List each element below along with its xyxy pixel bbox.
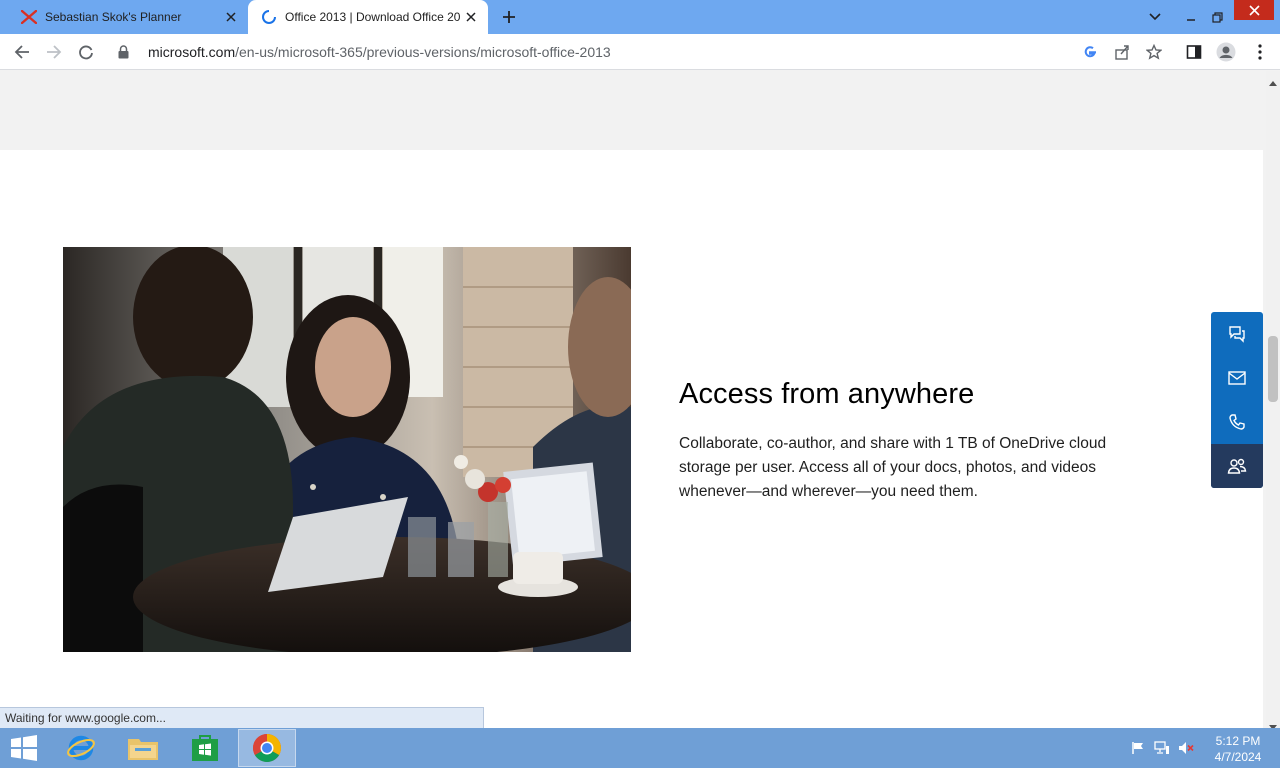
scroll-down-arrow-icon[interactable] (1269, 718, 1277, 730)
section-body: Collaborate, co-author, and share with 1… (679, 435, 1107, 500)
side-panel-icon[interactable] (1184, 42, 1204, 62)
contact-sidebar (1211, 312, 1263, 488)
planner-x-icon (20, 8, 38, 26)
tab-strip: Sebastian Skok's Planner Office 2013 | D… (0, 0, 1280, 34)
feature-card: Access from anywhere Collaborate, co-aut… (0, 150, 1263, 728)
store-icon[interactable] (176, 729, 234, 767)
new-tab-button[interactable] (498, 6, 520, 28)
forward-icon[interactable] (42, 40, 66, 64)
page-scrollbar[interactable] (1266, 71, 1280, 730)
share-icon[interactable] (1112, 42, 1132, 62)
stop-loading-icon[interactable] (74, 40, 98, 64)
restore-icon[interactable] (1206, 0, 1228, 34)
clock-date: 4/7/2024 (1214, 750, 1262, 764)
page-viewport: Access from anywhere Collaborate, co-aut… (0, 71, 1266, 728)
tab-title: Office 2013 | Download Office 20 (285, 10, 460, 24)
chat-icon[interactable] (1211, 312, 1263, 356)
scroll-up-arrow-icon[interactable] (1269, 73, 1277, 86)
windows-taskbar: 5:12 PM 4/7/2024 (0, 728, 1280, 768)
chrome-icon[interactable] (238, 729, 296, 767)
windows-start-icon[interactable] (8, 734, 40, 762)
tab-office-2013[interactable]: Office 2013 | Download Office 20 (248, 0, 488, 34)
close-tab-icon[interactable] (460, 6, 482, 28)
tab-title: Sebastian Skok's Planner (45, 10, 182, 24)
close-window-icon[interactable] (1234, 0, 1274, 20)
scrollbar-thumb[interactable] (1268, 336, 1278, 402)
mail-icon[interactable] (1211, 356, 1263, 400)
close-tab-icon[interactable] (220, 6, 242, 28)
clock-time: 5:12 PM (1215, 734, 1261, 748)
action-center-flag-icon[interactable] (1129, 740, 1147, 756)
menu-kebab-icon[interactable] (1250, 42, 1270, 62)
bookmark-star-icon[interactable] (1144, 42, 1164, 62)
profile-avatar-icon[interactable] (1216, 42, 1236, 62)
photo-people-at-cafe-table (63, 247, 631, 652)
loading-spinner-icon (260, 8, 278, 26)
url-path: /en-us/microsoft-365/previous-versions/m… (235, 44, 611, 60)
network-icon[interactable] (1153, 740, 1171, 756)
system-clock[interactable]: 5:12 PM 4/7/2024 (1208, 733, 1268, 765)
url-text: microsoft.com/en-us/microsoft-365/previo… (148, 44, 611, 60)
internet-explorer-icon[interactable] (52, 729, 110, 767)
url-host: microsoft.com (148, 44, 236, 60)
people-icon[interactable] (1211, 444, 1263, 488)
tab-planner[interactable]: Sebastian Skok's Planner (8, 0, 248, 34)
volume-muted-icon[interactable] (1177, 740, 1195, 756)
phone-icon[interactable] (1211, 400, 1263, 444)
tab-search-icon[interactable] (1144, 0, 1166, 34)
back-icon[interactable] (10, 40, 34, 64)
browser-toolbar: microsoft.com/en-us/microsoft-365/previo… (0, 34, 1280, 70)
lock-icon[interactable] (118, 45, 134, 59)
file-explorer-icon[interactable] (114, 729, 172, 767)
status-bubble: Waiting for www.google.com... (0, 707, 484, 728)
section-heading: Access from anywhere (679, 378, 975, 410)
minimize-icon[interactable] (1180, 0, 1202, 34)
address-bar[interactable]: microsoft.com/en-us/microsoft-365/previo… (108, 37, 1138, 67)
google-icon[interactable] (1080, 42, 1100, 62)
